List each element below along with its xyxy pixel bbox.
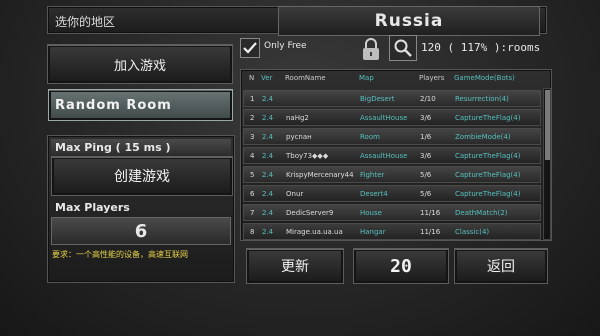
table-cell: 6 — [250, 190, 255, 198]
magnifier-icon — [394, 39, 412, 57]
table-cell: 2.4 — [262, 152, 274, 160]
random-room-button[interactable]: Random Room — [48, 89, 233, 121]
rooms-count: 120 ( 117% ):rooms — [421, 41, 541, 54]
table-row[interactable]: 7 2.4 DedicServer9 House 11/16 DeathMatch(2) — [243, 204, 541, 221]
create-game-button[interactable]: 创建游戏 — [51, 156, 233, 196]
table-cell: русnaн — [286, 133, 312, 141]
scroll-thumb[interactable] — [545, 90, 550, 160]
room-list-scrollbar[interactable] — [543, 88, 551, 240]
table-cell: 11/16 — [420, 209, 441, 217]
table-cell: DedicServer9 — [286, 209, 334, 217]
table-cell: Fighter — [360, 171, 385, 179]
table-cell: Resurrection(4) — [455, 95, 509, 103]
lock-icon[interactable] — [361, 37, 381, 65]
table-row[interactable]: 3 2.4 русnaн Room 1/6 ZombieMode(4) — [243, 128, 541, 145]
room-list: N Ver RoomName Map Players GameMode(Bots… — [240, 69, 552, 241]
table-cell: 5/6 — [420, 190, 432, 198]
table-cell: 8 — [250, 228, 255, 236]
table-cell: 2.4 — [262, 95, 274, 103]
only-free-checkbox[interactable] — [240, 38, 260, 58]
table-cell: AssaultHouse — [360, 152, 408, 160]
table-cell: 7 — [250, 209, 255, 217]
table-cell: ZombieMode(4) — [455, 133, 511, 141]
table-row[interactable]: 5 2.4 KrispyMercenary44 Fighter 5/6 CaptureTh… — [243, 166, 541, 183]
back-button[interactable]: 返回 — [454, 248, 548, 284]
table-cell: 4 — [250, 152, 255, 160]
table-cell: Mirage.ua.ua.ua — [286, 228, 343, 236]
table-row[interactable]: 6 2.4 Onur Desert4 5/6 CaptureTheFlag(4) — [243, 185, 541, 202]
table-cell: 5/6 — [420, 171, 432, 179]
max-players-label: Max Players — [55, 201, 130, 214]
refresh-button[interactable]: 更新 — [246, 248, 344, 284]
table-cell: 2 — [250, 114, 255, 122]
checkmark-icon — [243, 42, 257, 54]
table-cell: 1/6 — [420, 133, 432, 141]
table-cell: House — [360, 209, 382, 217]
table-cell: 2.4 — [262, 228, 274, 236]
create-game-panel: Max Ping ( 15 ms ) 创建游戏 Max Players 6 要求… — [47, 135, 235, 283]
table-cell: KrispyMercenary44 — [286, 171, 354, 179]
header-players: Players — [419, 74, 445, 82]
table-cell: Classic(4) — [455, 228, 490, 236]
only-free-label: Only Free — [264, 41, 307, 51]
table-cell: AssaultHouse — [360, 114, 408, 122]
table-cell: DeathMatch(2) — [455, 209, 508, 217]
table-cell: Desert4 — [360, 190, 388, 198]
header-roomname: RoomName — [285, 74, 326, 82]
search-button[interactable] — [389, 35, 417, 61]
header-gamemode: GameMode(Bots) — [454, 74, 515, 82]
table-cell: Room — [360, 133, 380, 141]
table-row[interactable]: 8 2.4 Mirage.ua.ua.ua Hangar 11/16 Classic(4) — [243, 223, 541, 240]
join-game-button[interactable]: 加入游戏 — [47, 44, 233, 84]
table-cell: 3/6 — [420, 152, 432, 160]
max-players-selector[interactable]: 6 — [51, 217, 231, 245]
table-cell: 3/6 — [420, 114, 432, 122]
header-n: N — [249, 74, 255, 82]
table-cell: 3 — [250, 133, 255, 141]
table-cell: 2.4 — [262, 209, 274, 217]
table-cell: CaptureTheFlag(4) — [455, 114, 521, 122]
table-cell: 2.4 — [262, 171, 274, 179]
table-cell: CaptureTheFlag(4) — [455, 190, 521, 198]
table-cell: 2.4 — [262, 190, 274, 198]
header-ver: Ver — [261, 74, 273, 82]
table-cell: 2/10 — [420, 95, 436, 103]
table-cell: Hangar — [360, 228, 386, 236]
table-row[interactable]: 2 2.4 naHg2 AssaultHouse 3/6 CaptureTheFlag(4… — [243, 109, 541, 126]
table-cell: 1 — [250, 95, 255, 103]
table-cell: 5 — [250, 171, 255, 179]
table-cell: Tboy73◆◆◆ — [286, 152, 329, 160]
table-cell: naHg2 — [286, 114, 309, 122]
table-row[interactable]: 4 2.4 Tboy73◆◆◆ AssaultHouse 3/6 CaptureTheFl… — [243, 147, 541, 164]
header-map: Map — [359, 74, 374, 82]
page-number-button[interactable]: 20 — [353, 248, 449, 284]
table-cell: BigDesert — [360, 95, 395, 103]
table-cell: Onur — [286, 190, 304, 198]
region-label: 选你的地区 — [55, 15, 116, 29]
requirement-text: 要求：一个高性能的设备，高速互联网 — [52, 250, 188, 259]
table-cell: CaptureTheFlag(4) — [455, 152, 521, 160]
table-cell: 11/16 — [420, 228, 441, 236]
table-cell: 2.4 — [262, 114, 274, 122]
region-selector[interactable]: Russia — [278, 6, 540, 36]
max-ping-selector[interactable]: Max Ping ( 15 ms ) — [51, 139, 231, 157]
table-cell: 2.4 — [262, 133, 274, 141]
table-row[interactable]: 1 2.4 BigDesert 2/10 Resurrection(4) — [243, 90, 541, 107]
table-cell: CaptureTheFlag(4) — [455, 171, 521, 179]
